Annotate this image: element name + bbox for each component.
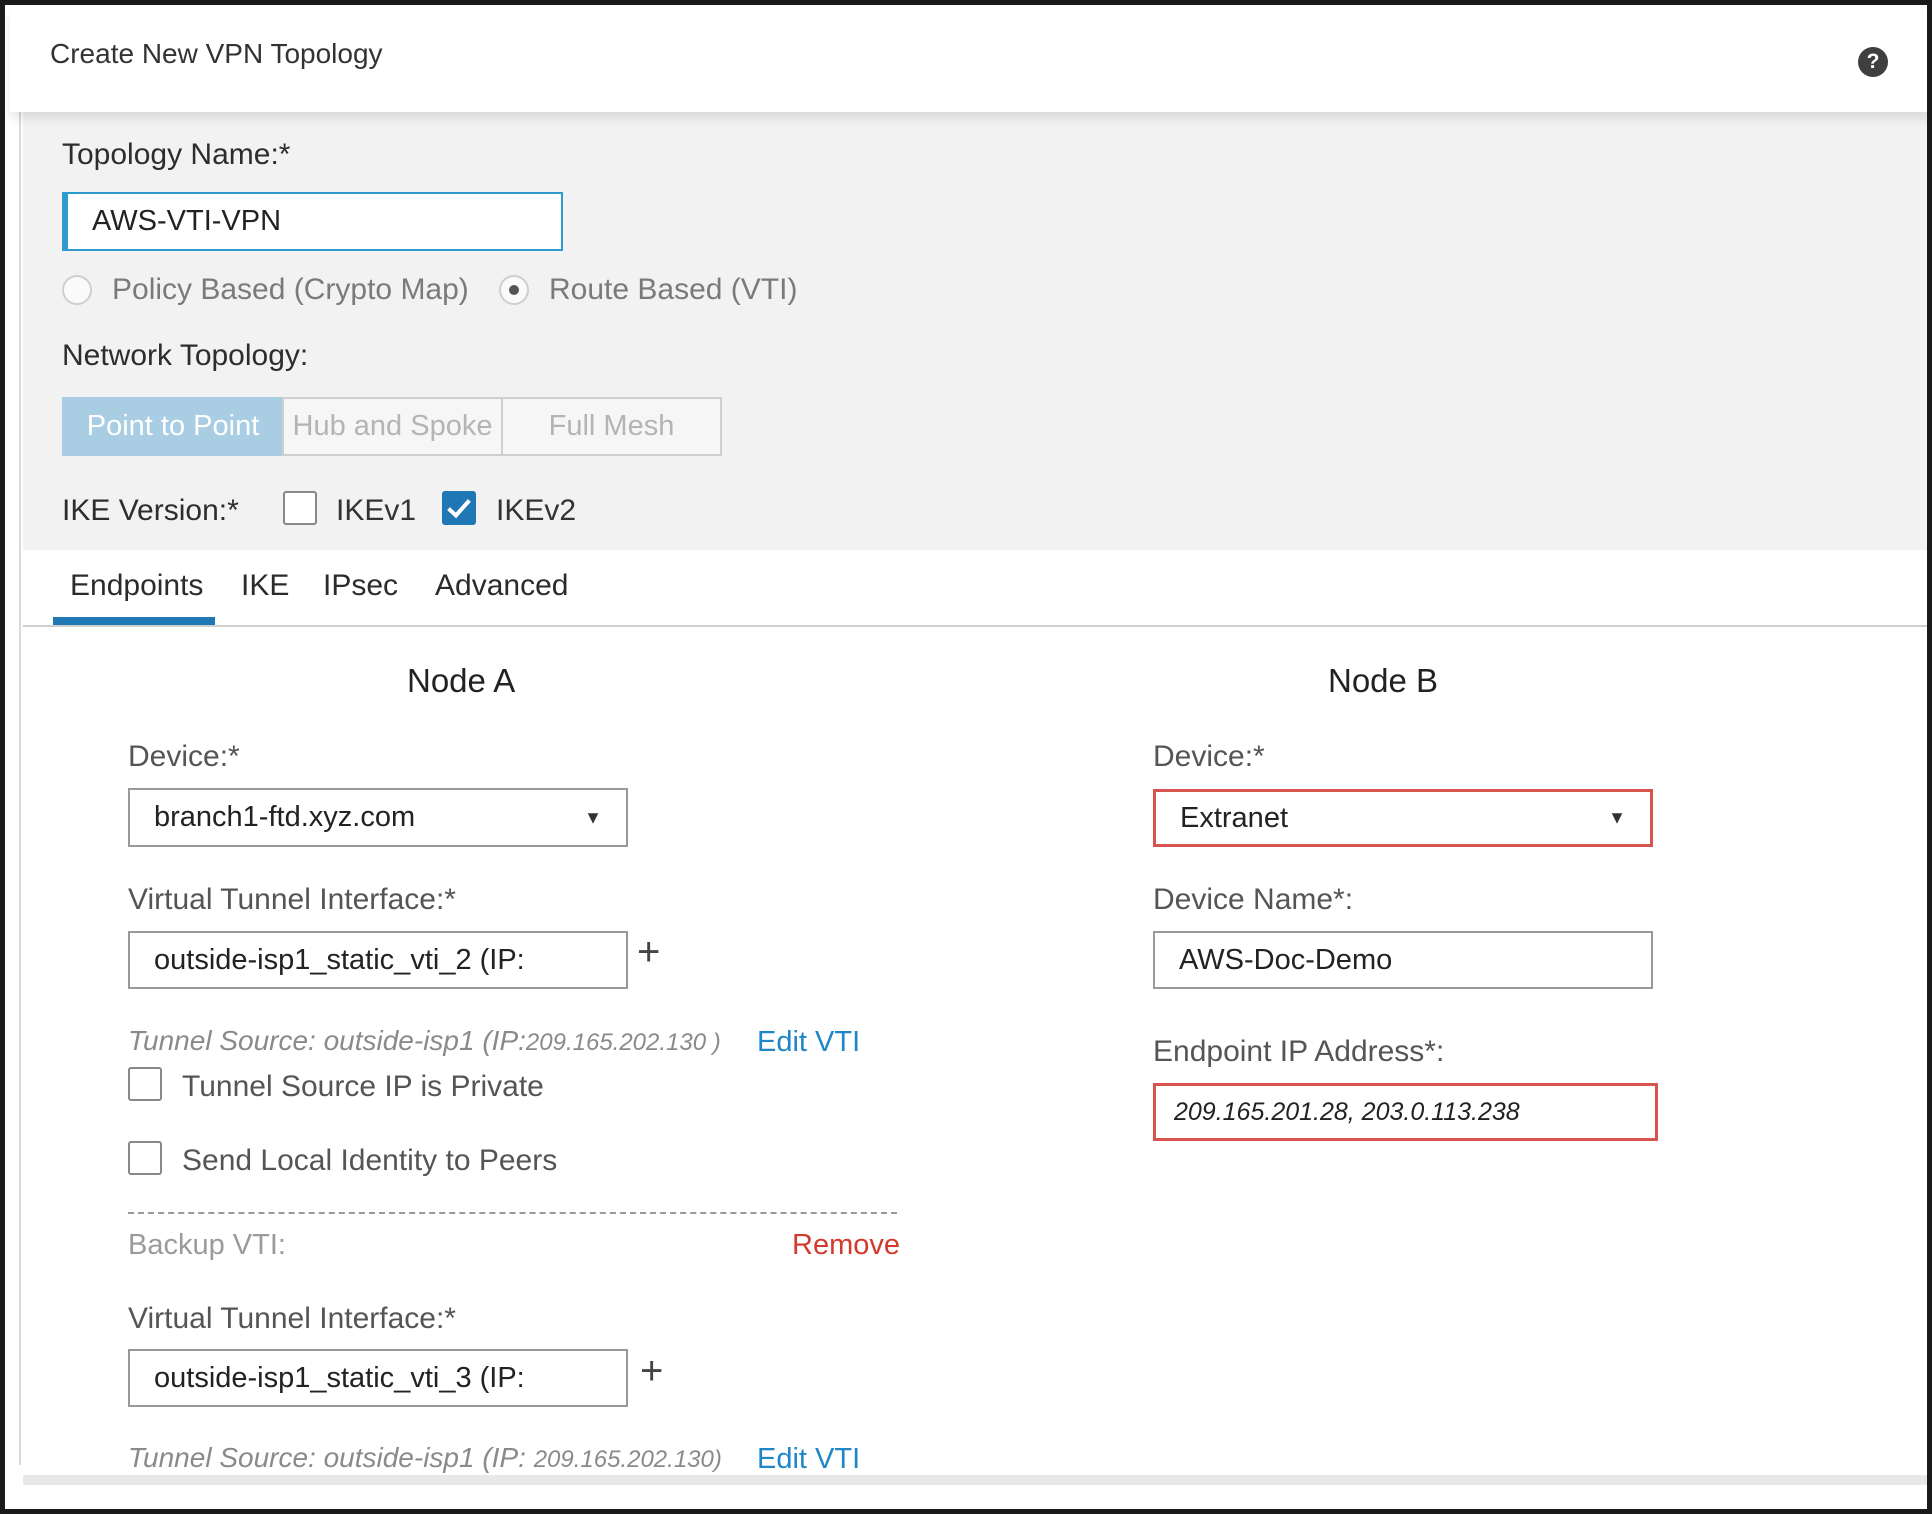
- tunnel-source-prefix: Tunnel Source: outside-isp1 (IP:: [128, 1025, 526, 1056]
- device-name-label: Device Name*:: [1153, 883, 1354, 916]
- radio-route-based-label: Route Based (VTI): [549, 273, 798, 306]
- radio-policy-based[interactable]: [62, 275, 92, 305]
- tab-ike[interactable]: IKE: [241, 569, 289, 603]
- device-name-input[interactable]: AWS-Doc-Demo: [1153, 931, 1653, 989]
- send-identity-label: Send Local Identity to Peers: [182, 1144, 558, 1177]
- node-a-vti-label: Virtual Tunnel Interface:*: [128, 883, 456, 916]
- tab-ipsec[interactable]: IPsec: [323, 569, 398, 603]
- help-icon[interactable]: ?: [1858, 47, 1888, 77]
- backup-vti-select[interactable]: outside-isp1_static_vti_3 (IP:: [128, 1349, 628, 1407]
- ikev1-checkbox[interactable]: [283, 491, 317, 525]
- send-identity-checkbox[interactable]: [128, 1141, 162, 1175]
- edit-vti-link[interactable]: Edit VTI: [757, 1026, 860, 1059]
- tabs-divider: [23, 625, 1927, 627]
- node-a-vti-select[interactable]: outside-isp1_static_vti_2 (IP:: [128, 931, 628, 989]
- add-vti-plus-icon[interactable]: +: [637, 930, 660, 975]
- segment-point-to-point[interactable]: Point to Point: [62, 397, 284, 456]
- backup-vti-field-label: Virtual Tunnel Interface:*: [128, 1302, 456, 1335]
- dialog-frame: Create New VPN Topology ? Topology Name:…: [0, 0, 1932, 1514]
- backup-edit-vti-link[interactable]: Edit VTI: [757, 1443, 860, 1476]
- segment-hub-and-spoke[interactable]: Hub and Spoke: [282, 397, 503, 456]
- dropdown-arrow-icon: ▼: [584, 807, 602, 827]
- backup-source-prefix: Tunnel Source: outside-isp1 (IP:: [128, 1442, 534, 1473]
- node-a-tunnel-source-note: Tunnel Source: outside-isp1 (IP:209.165.…: [128, 1025, 721, 1057]
- ike-version-label: IKE Version:*: [62, 494, 239, 527]
- checkmark-icon: [447, 493, 471, 519]
- node-b-device-value: Extranet: [1180, 801, 1288, 834]
- backup-source-ip: 209.165.202.130): [533, 1446, 722, 1473]
- topology-name-label: Topology Name:*: [62, 138, 291, 171]
- node-b-device-label: Device:*: [1153, 740, 1265, 773]
- network-topology-label: Network Topology:: [62, 339, 309, 372]
- backup-vti-label: Backup VTI:: [128, 1229, 286, 1261]
- tunnel-private-checkbox[interactable]: [128, 1067, 162, 1101]
- node-b-device-select[interactable]: Extranet ▼: [1153, 789, 1653, 847]
- tab-advanced[interactable]: Advanced: [435, 569, 568, 603]
- tunnel-source-ip: 209.165.202.130 ): [525, 1029, 721, 1056]
- backup-divider: [128, 1212, 897, 1214]
- active-tab-indicator: [53, 617, 215, 625]
- left-border-line: [19, 85, 21, 1465]
- topology-settings-panel: [23, 112, 1927, 550]
- dropdown-arrow-icon: ▼: [1608, 807, 1626, 828]
- node-a-device-label: Device:*: [128, 740, 240, 773]
- dialog-title: Create New VPN Topology: [50, 38, 383, 69]
- add-backup-vti-plus-icon[interactable]: +: [640, 1349, 663, 1394]
- endpoint-ip-label: Endpoint IP Address*:: [1153, 1035, 1445, 1068]
- radio-policy-based-label: Policy Based (Crypto Map): [112, 273, 469, 306]
- topology-name-input[interactable]: AWS-VTI-VPN: [62, 192, 563, 251]
- node-a-title: Node A: [407, 662, 516, 699]
- node-a-device-select[interactable]: branch1-ftd.xyz.com ▼: [128, 788, 628, 847]
- node-a-device-value: branch1-ftd.xyz.com: [154, 801, 416, 833]
- ikev2-label: IKEv2: [496, 494, 577, 527]
- endpoint-ip-input[interactable]: 209.165.201.28, 203.0.113.238: [1153, 1083, 1658, 1141]
- tab-endpoints[interactable]: Endpoints: [70, 569, 203, 603]
- dialog-bottom-edge: [23, 1475, 1927, 1485]
- remove-backup-link[interactable]: Remove: [792, 1229, 900, 1262]
- dialog-header: Create New VPN Topology ?: [10, 10, 1927, 112]
- radio-route-based[interactable]: [499, 275, 529, 305]
- ikev1-label: IKEv1: [336, 494, 417, 527]
- ikev2-checkbox[interactable]: [442, 491, 476, 525]
- tunnel-private-label: Tunnel Source IP is Private: [182, 1070, 544, 1103]
- node-b-title: Node B: [1328, 662, 1439, 699]
- segment-full-mesh[interactable]: Full Mesh: [501, 397, 722, 456]
- backup-tunnel-source-note: Tunnel Source: outside-isp1 (IP: 209.165…: [128, 1442, 722, 1474]
